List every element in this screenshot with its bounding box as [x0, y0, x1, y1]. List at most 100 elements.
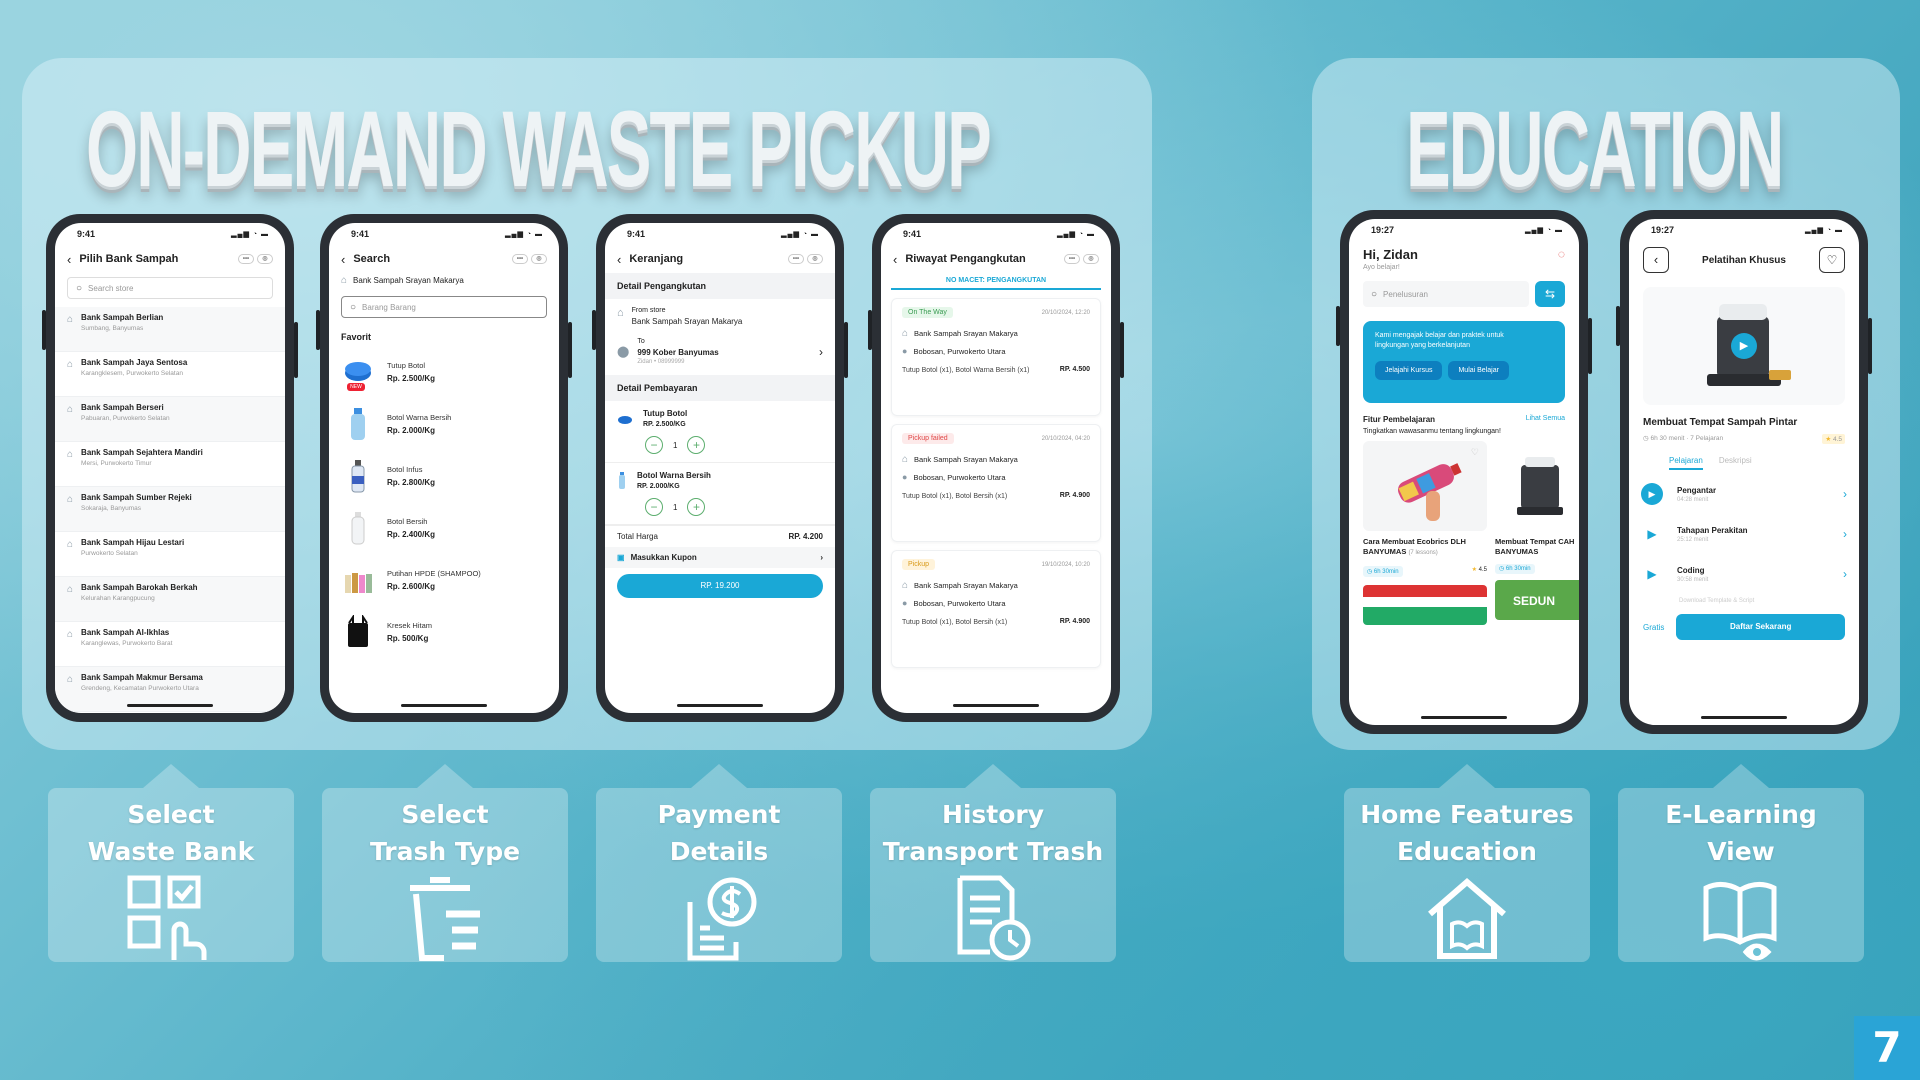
black-plastic-bag-image	[348, 615, 368, 647]
lesson-item[interactable]: ▶ Coding 30:58 menit ›	[1629, 554, 1859, 594]
hdpe-bottles-image	[345, 573, 372, 593]
decrease-button[interactable]: −	[645, 436, 663, 454]
back-icon[interactable]: ‹	[893, 252, 897, 267]
more-icon[interactable]: •••	[512, 254, 528, 264]
lesson-item[interactable]: ▶ Tahapan Perakitan 25:12 menit ›	[1629, 514, 1859, 554]
invoice-dollar-icon	[687, 877, 757, 961]
back-icon[interactable]: ‹	[617, 252, 621, 267]
search-icon: ○	[350, 301, 357, 313]
see-all-link[interactable]: Lihat Semua	[1526, 415, 1565, 424]
bank-list-item[interactable]: ⌂ Bank Sampah Berlian Sumbang, Banyumas	[55, 307, 285, 352]
book-eye-icon	[1703, 882, 1777, 961]
bank-list-item[interactable]: ⌂ Bank Sampah Hijau Lestari Purwokerto Sel…	[55, 532, 285, 577]
trash-type-item[interactable]: NEW Tutup Botol Rp. 2.500/Kg	[329, 346, 559, 398]
promo-thumbnail[interactable]	[1363, 585, 1487, 625]
tab-lessons[interactable]: Pelajaran	[1669, 456, 1703, 470]
status-icons: ▂▄▆ ◔ ▬	[231, 231, 269, 238]
status-time: 9:41	[903, 229, 922, 239]
phone-elearning-view: 19:27 ▂▄▆ ◔ ▬ ‹ Pelatihan Khusus ♡ ▶ Membua…	[1616, 210, 1872, 734]
status-time: 9:41	[77, 229, 96, 239]
chevron-right-icon: ›	[1843, 487, 1847, 501]
more-icon[interactable]: •••	[1064, 254, 1080, 264]
increase-button[interactable]: +	[687, 436, 706, 454]
start-learning-button[interactable]: Mulai Belajar	[1448, 361, 1509, 380]
bank-list-item[interactable]: ⌂ Bank Sampah Sumber Rejeki Sokaraja, Bany…	[55, 487, 285, 532]
search-input[interactable]: ○ Barang Barang	[341, 296, 547, 318]
course-card[interactable]: ♡ Cara Membuat Ecobrics DLH BANYUMAS (7 …	[1363, 441, 1487, 625]
bank-list-item[interactable]: ⌂ Bank Sampah Sejahtera Mandiri Mersi, Pur…	[55, 442, 285, 487]
course-header: ‹ Pelatihan Khusus ♡	[1629, 241, 1859, 279]
bank-list-item[interactable]: ⌂ Bank Sampah Berseri Pabuaran, Purwokerto…	[55, 397, 285, 442]
play-icon[interactable]: ▶	[1641, 483, 1663, 505]
course-video[interactable]: ▶	[1643, 287, 1845, 405]
trash-type-item[interactable]: Botol Infus Rp. 2.800/Kg	[329, 450, 559, 502]
close-icon[interactable]: ◎	[1083, 254, 1099, 264]
chevron-right-icon: ›	[820, 553, 823, 562]
bank-list-item[interactable]: ⌂ Bank Sampah Al-Ikhlas Karanglewas, Purwo…	[55, 622, 285, 667]
caption-home-education: Home Features Education	[1344, 788, 1590, 962]
pay-button[interactable]: RP. 19.200	[617, 574, 823, 598]
enroll-button[interactable]: Daftar Sekarang	[1676, 614, 1845, 640]
back-button[interactable]: ‹	[1643, 247, 1669, 273]
lesson-item[interactable]: ▶ Pengantar 04:28 menit ›	[1629, 474, 1859, 514]
increase-button[interactable]: +	[687, 498, 706, 516]
course-image: ♡	[1363, 441, 1487, 531]
play-icon[interactable]: ▶	[1641, 523, 1663, 545]
screen-title: Keranjang	[629, 253, 684, 265]
status-time: 9:41	[627, 229, 646, 239]
store-icon: ⌂	[67, 584, 74, 595]
close-icon[interactable]: ◎	[257, 254, 273, 264]
trash-type-item[interactable]: Botol Warna Bersih Rp. 2.000/Kg	[329, 398, 559, 450]
explore-courses-button[interactable]: Jelajahi Kursus	[1375, 361, 1443, 380]
play-icon[interactable]: ▶	[1731, 333, 1757, 359]
download-item[interactable]: Download Template & Script	[1629, 594, 1859, 608]
history-card[interactable]: Pickup 19/10/2024, 10:20 ⌂ Bank Sampah Sra…	[891, 550, 1101, 668]
pickup-section-heading: Detail Pengangkutan	[605, 273, 835, 299]
store-icon: ⌂	[67, 359, 74, 370]
search-input[interactable]: ○ Penelusuran	[1363, 281, 1529, 307]
greeting-header: Hi, Zidan Ayo belajar! ◌	[1363, 247, 1565, 271]
course-card[interactable]: Membuat Tempat CAH BANYUMAS ◷ 6h 30min S…	[1495, 441, 1579, 625]
play-icon[interactable]: ▶	[1641, 563, 1663, 585]
back-icon[interactable]: ‹	[67, 252, 71, 267]
close-icon[interactable]: ◎	[531, 254, 547, 264]
back-icon[interactable]: ‹	[341, 252, 345, 267]
status-icons: ▂▄▆ ◔ ▬	[505, 231, 543, 238]
bottle-icon	[619, 471, 625, 489]
notification-icon[interactable]: ◌	[1558, 247, 1565, 271]
course-tabs: Pelajaran Deskripsi	[1629, 446, 1859, 474]
more-icon[interactable]: •••	[788, 254, 804, 264]
more-icon[interactable]: •••	[238, 254, 254, 264]
close-icon[interactable]: ◎	[807, 254, 823, 264]
history-card[interactable]: Pickup failed 20/10/2024, 04:20 ⌂ Bank Sam…	[891, 424, 1101, 542]
coupon-row[interactable]: ▣ Masukkan Kupon ›	[605, 547, 835, 568]
document-clock-icon	[957, 875, 1031, 961]
greeting: Hi, Zidan	[1363, 247, 1418, 262]
search-input[interactable]: ○ Search store	[67, 277, 273, 299]
history-card[interactable]: On The Way 20/10/2024, 12:20 ⌂ Bank Sampah…	[891, 298, 1101, 416]
home-indicator	[677, 704, 763, 707]
quantity-value: 1	[673, 502, 678, 512]
trash-type-item[interactable]: Putihan HPDE (SHAMPOO) Rp. 2.600/Kg	[329, 554, 559, 606]
status-time: 19:27	[1371, 225, 1395, 235]
trash-type-item[interactable]: Botol Bersih Rp. 2.400/Kg	[329, 502, 559, 554]
tab-description[interactable]: Deskripsi	[1719, 456, 1752, 470]
trash-list-icon	[410, 877, 480, 961]
cart-list: Tutup Botol RP. 2.500/KG −1 + Botol Warna B…	[605, 401, 835, 525]
bank-list-item[interactable]: ⌂ Bank Sampah Barokah Berkah Kelurahan Kar…	[55, 577, 285, 622]
payment-section-heading: Detail Pembayaran	[605, 375, 835, 401]
decrease-button[interactable]: −	[645, 498, 663, 516]
status-icons: ▂▄▆ ◔ ▬	[1525, 227, 1563, 234]
bank-list-item[interactable]: ⌂ Bank Sampah Jaya Sentosa Karangklesem, P…	[55, 352, 285, 397]
heart-icon[interactable]: ♡	[1471, 447, 1479, 458]
history-tab[interactable]: NO MACET: PENGANGKUTAN	[891, 273, 1101, 290]
trash-type-item[interactable]: Kresek Hitam Rp. 500/Kg	[329, 606, 559, 658]
store-icon: ⌂	[902, 454, 909, 465]
favorites-heading: Favorit	[341, 332, 372, 342]
course-image	[1495, 441, 1579, 531]
promo-thumbnail[interactable]: SEDUN	[1495, 580, 1579, 620]
to-row[interactable]: ⬤ To 999 Kober Banyumas Zidan • 08999999 ›	[605, 334, 835, 375]
filter-button[interactable]: ⇆	[1535, 281, 1565, 307]
new-badge: NEW	[347, 383, 365, 391]
favorite-button[interactable]: ♡	[1819, 247, 1845, 273]
